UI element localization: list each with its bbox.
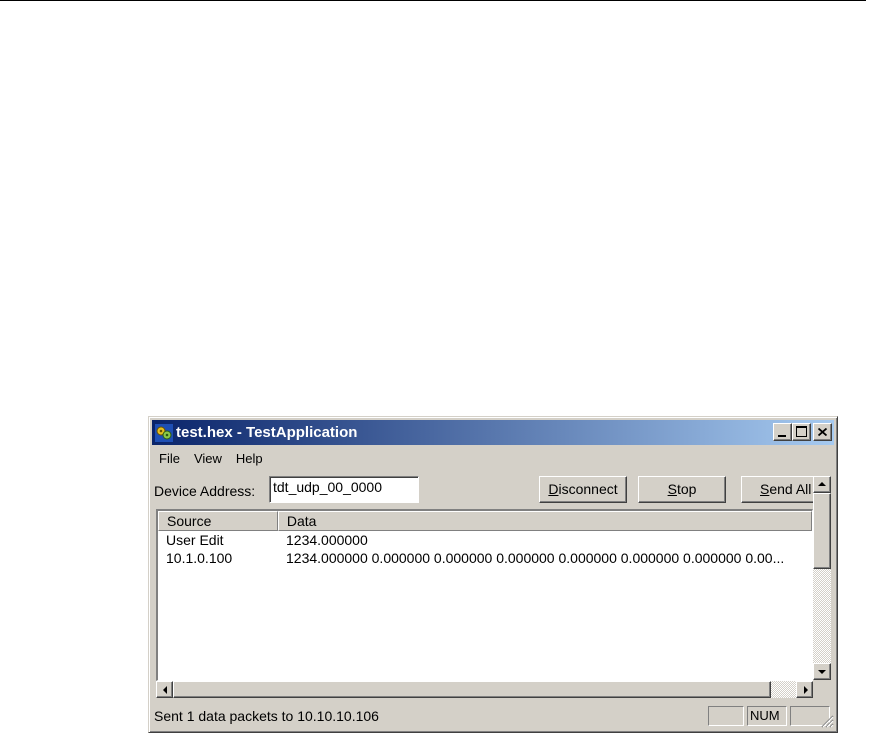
close-icon: [818, 428, 827, 436]
send-all-label: end All: [769, 481, 812, 497]
vertical-scrollbar[interactable]: [813, 476, 831, 680]
send-all-accelerator: S: [760, 481, 770, 497]
status-bar: Sent 1 data packets to 10.10.10.106 NUM: [152, 704, 834, 728]
status-message: Sent 1 data packets to 10.10.10.106: [154, 708, 379, 724]
data-list[interactable]: Source Data User Edit 1234.000000 10.1.0…: [156, 509, 813, 681]
row-source: User Edit: [166, 532, 224, 548]
horizontal-scrollbar[interactable]: [156, 681, 813, 698]
app-window: test.hex - TestApplication File View Hel…: [148, 416, 838, 733]
scroll-down-button[interactable]: [813, 663, 831, 680]
horizontal-scroll-thumb[interactable]: [173, 681, 771, 698]
stop-label: top: [676, 481, 697, 497]
column-header-source[interactable]: Source: [158, 511, 278, 531]
device-address-label: Device Address:: [154, 483, 256, 499]
window-title: test.hex - TestApplication: [176, 424, 358, 441]
column-header-data[interactable]: Data: [277, 511, 812, 531]
page-top-rule: [0, 0, 866, 1]
stop-accelerator: S: [667, 481, 677, 497]
disconnect-label: isconnect: [558, 481, 618, 497]
menu-bar: File View Help: [152, 448, 270, 468]
size-grip-icon[interactable]: [818, 712, 834, 728]
title-bar[interactable]: test.hex - TestApplication: [152, 420, 834, 445]
close-button[interactable]: [813, 423, 832, 441]
maximize-button[interactable]: [792, 423, 811, 441]
disconnect-accelerator: D: [548, 481, 559, 497]
row-data: 1234.000000 0.000000 0.000000 0.000000 0…: [286, 550, 785, 566]
vertical-scroll-thumb[interactable]: [813, 493, 831, 569]
scroll-up-button[interactable]: [813, 476, 831, 493]
menu-view[interactable]: View: [187, 451, 229, 466]
menu-file[interactable]: File: [152, 451, 187, 466]
maximize-icon: [796, 426, 807, 437]
scroll-up-arrow-icon: [818, 482, 826, 486]
row-data: 1234.000000: [286, 532, 368, 548]
row-source: 10.1.0.100: [166, 550, 233, 566]
disconnect-button[interactable]: Disconnect: [539, 476, 627, 503]
send-all-button[interactable]: Send All: [741, 476, 816, 503]
scroll-left-button[interactable]: [156, 681, 173, 698]
menu-help[interactable]: Help: [229, 451, 270, 466]
list-header: Source Data: [158, 511, 812, 531]
app-icon[interactable]: [155, 423, 173, 442]
caption-buttons: [773, 423, 832, 441]
minimize-button[interactable]: [773, 423, 792, 441]
toolbar: Device Address: tdt_udp_00_0000 Disconne…: [152, 472, 834, 504]
minimize-icon: [778, 435, 786, 437]
scroll-down-arrow-icon: [818, 670, 826, 674]
list-row[interactable]: User Edit 1234.000000: [158, 531, 812, 549]
scroll-right-arrow-icon: [804, 686, 808, 694]
status-pane-caps: [708, 706, 744, 726]
device-address-input[interactable]: tdt_udp_00_0000: [269, 476, 419, 503]
scroll-left-arrow-icon: [163, 686, 167, 694]
stop-button[interactable]: Stop: [638, 476, 726, 503]
list-row[interactable]: 10.1.0.100 1234.000000 0.000000 0.000000…: [158, 549, 812, 567]
scroll-right-button[interactable]: [796, 681, 813, 698]
status-pane-num: NUM: [747, 706, 787, 726]
